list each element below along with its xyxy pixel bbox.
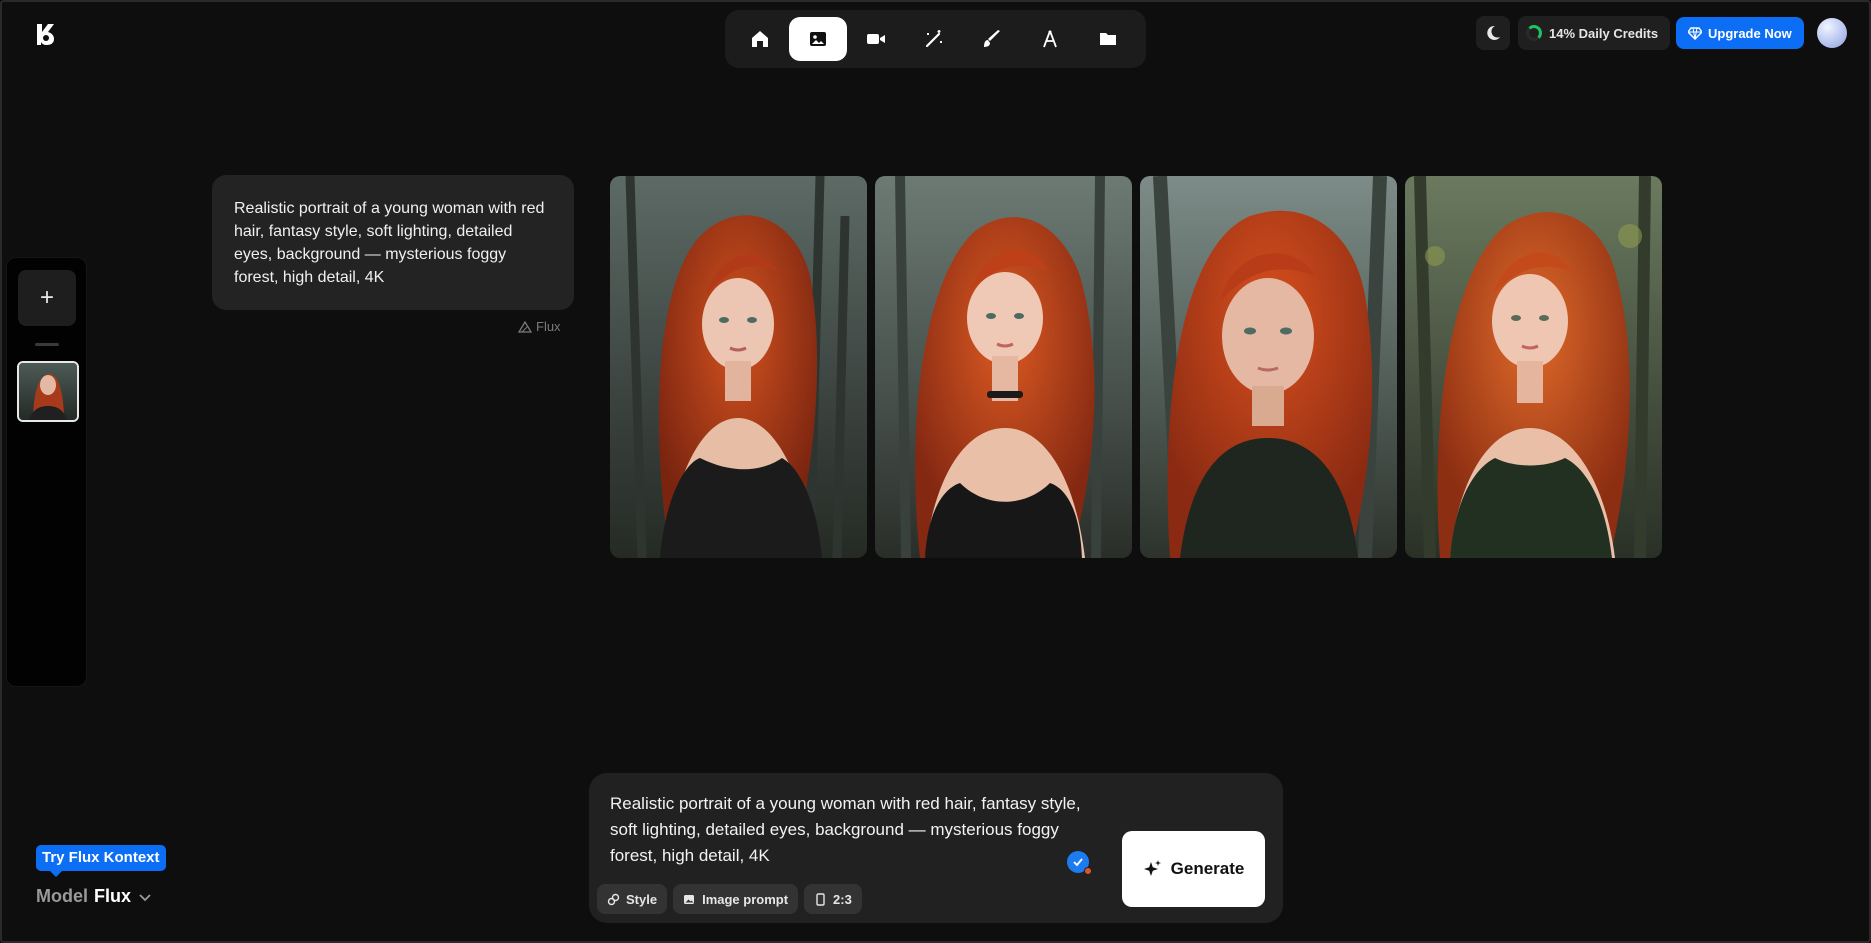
generate-button[interactable]: Generate	[1122, 831, 1265, 907]
folder-icon	[1100, 33, 1116, 45]
aspect-ratio-chip[interactable]: 2:3	[804, 884, 862, 914]
nav-text-button[interactable]	[1021, 17, 1079, 61]
image-add-icon	[684, 894, 695, 904]
home-icon	[752, 31, 768, 47]
model-label: Model	[36, 886, 88, 906]
upgrade-button[interactable]: Upgrade Now	[1676, 17, 1804, 49]
status-dot	[1084, 867, 1092, 875]
generate-label: Generate	[1170, 859, 1245, 878]
new-chat-button[interactable]: +	[18, 270, 76, 326]
model-value: Flux	[94, 886, 132, 906]
app-logo[interactable]	[34, 22, 56, 46]
generated-image-2[interactable]	[875, 176, 1132, 558]
text-pen-icon	[1043, 30, 1057, 48]
nav-magic-button[interactable]	[905, 17, 963, 61]
upgrade-label: Upgrade Now	[1708, 25, 1792, 41]
nav-video-button[interactable]	[847, 17, 905, 61]
image-gallery	[610, 176, 1662, 558]
video-icon	[867, 34, 885, 44]
portrait-ratio-icon	[816, 892, 825, 906]
model-tag-label: Flux	[536, 319, 561, 334]
prompt-composer: Realistic portrait of a young woman with…	[589, 773, 1283, 923]
nav-folder-button[interactable]	[1079, 17, 1137, 61]
model-selector[interactable]: Model Flux	[36, 886, 153, 907]
history-rail: +	[6, 257, 87, 687]
generated-image-1[interactable]	[610, 176, 867, 558]
model-tag: Flux	[518, 319, 561, 334]
prompt-input[interactable]: Realistic portrait of a young woman with…	[610, 791, 1090, 869]
credits-label: 14% Daily Credits	[1549, 25, 1659, 41]
sparkle-icon	[1143, 860, 1161, 876]
nav-home-button[interactable]	[731, 17, 789, 61]
user-avatar[interactable]	[1817, 18, 1847, 48]
aspect-ratio-label: 2:3	[833, 891, 852, 907]
generated-image-3[interactable]	[1140, 176, 1397, 558]
composer-options: Style Image prompt 2:3	[597, 884, 862, 914]
rail-divider	[35, 343, 59, 346]
history-thumbnail[interactable]	[17, 361, 79, 422]
generated-image-4[interactable]	[1405, 176, 1662, 558]
checkmark-icon	[1073, 858, 1083, 867]
logo-icon	[37, 24, 54, 45]
style-chip-label: Style	[626, 891, 658, 907]
nav-brush-button[interactable]	[963, 17, 1021, 61]
credits-progress-ring	[1526, 25, 1542, 41]
image-prompt-chip[interactable]: Image prompt	[673, 884, 799, 914]
diamond-icon	[1688, 27, 1702, 40]
try-flux-kontext-badge[interactable]: Try Flux Kontext	[36, 845, 166, 877]
image-icon	[810, 32, 826, 46]
brush-icon	[984, 30, 1000, 47]
moon-icon	[1487, 25, 1500, 40]
theme-toggle-button[interactable]	[1476, 16, 1510, 50]
style-chip[interactable]: Style	[597, 884, 668, 914]
chevron-down-icon	[139, 893, 151, 901]
style-link-icon	[607, 893, 620, 905]
nav-image-button[interactable]	[789, 17, 847, 61]
flux-triangle-icon	[518, 320, 532, 333]
daily-credits[interactable]: 14% Daily Credits	[1518, 16, 1671, 50]
prompt-bubble: Realistic portrait of a young woman with…	[212, 175, 574, 310]
image-prompt-label: Image prompt	[702, 891, 789, 907]
top-nav	[725, 10, 1146, 68]
magic-wand-icon	[925, 30, 942, 48]
